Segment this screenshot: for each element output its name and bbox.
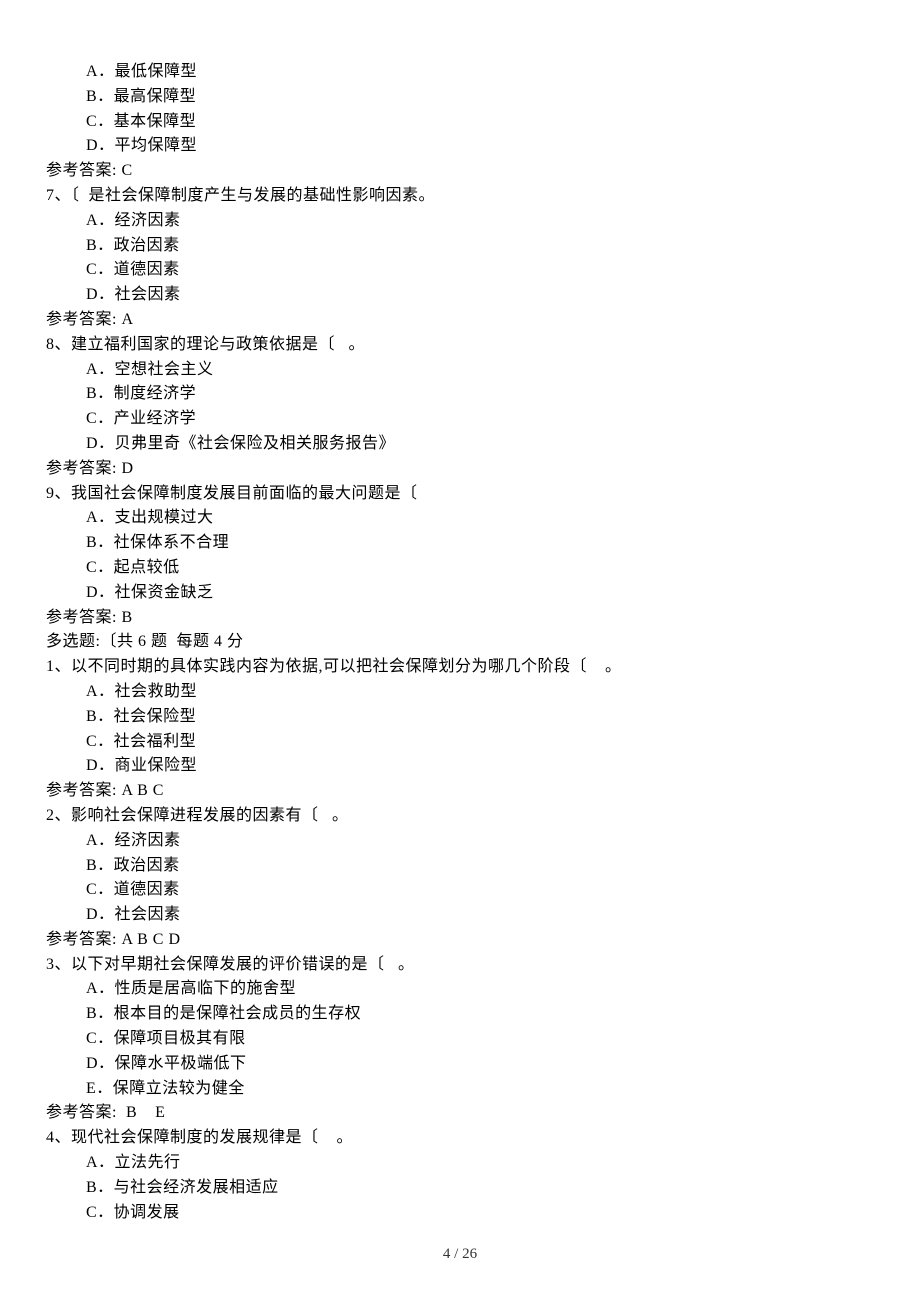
- q9-option-a: A．支出规模过大: [46, 506, 874, 531]
- q8-option-c: C．产业经济学: [46, 407, 874, 432]
- m3-stem: 3、以下对早期社会保障发展的评价错误的是〔 。: [46, 953, 874, 978]
- m3-answer: 参考答案: B E: [46, 1101, 874, 1126]
- q7-stem: 7、〔 是社会保障制度产生与发展的基础性影响因素。: [46, 184, 874, 209]
- q6-option-a: A．最低保障型: [46, 60, 874, 85]
- q7-answer: 参考答案: A: [46, 308, 874, 333]
- m2-option-b: B．政治因素: [46, 854, 874, 879]
- q7-option-b: B．政治因素: [46, 234, 874, 259]
- m3-option-b: B．根本目的是保障社会成员的生存权: [46, 1002, 874, 1027]
- m1-option-a: A．社会救助型: [46, 680, 874, 705]
- q9-answer: 参考答案: B: [46, 606, 874, 631]
- q9-stem: 9、我国社会保障制度发展目前面临的最大问题是〔: [46, 482, 874, 507]
- q6-option-b: B．最高保障型: [46, 85, 874, 110]
- q9-option-b: B．社保体系不合理: [46, 531, 874, 556]
- m1-option-b: B．社会保险型: [46, 705, 874, 730]
- m1-option-c: C．社会福利型: [46, 730, 874, 755]
- page-footer: 4 / 26: [46, 1243, 874, 1266]
- q6-option-d: D．平均保障型: [46, 134, 874, 159]
- m1-stem: 1、以不同时期的具体实践内容为依据,可以把社会保障划分为哪几个阶段〔 。: [46, 655, 874, 680]
- m4-stem: 4、现代社会保障制度的发展规律是〔 。: [46, 1126, 874, 1151]
- m2-option-d: D．社会因素: [46, 903, 874, 928]
- q8-option-a: A．空想社会主义: [46, 358, 874, 383]
- m4-option-b: B．与社会经济发展相适应: [46, 1176, 874, 1201]
- m3-option-a: A．性质是居高临下的施舍型: [46, 977, 874, 1002]
- m3-option-d: D．保障水平极端低下: [46, 1052, 874, 1077]
- m2-stem: 2、影响社会保障进程发展的因素有〔 。: [46, 804, 874, 829]
- q8-option-d: D．贝弗里奇《社会保险及相关服务报告》: [46, 432, 874, 457]
- m3-option-c: C．保障项目极其有限: [46, 1027, 874, 1052]
- q8-stem: 8、建立福利国家的理论与政策依据是〔 。: [46, 333, 874, 358]
- m4-option-a: A．立法先行: [46, 1151, 874, 1176]
- m1-option-d: D．商业保险型: [46, 754, 874, 779]
- q9-option-c: C．起点较低: [46, 556, 874, 581]
- m2-answer: 参考答案: A B C D: [46, 928, 874, 953]
- m4-option-c: C．协调发展: [46, 1201, 874, 1226]
- q8-answer: 参考答案: D: [46, 457, 874, 482]
- q7-option-a: A．经济因素: [46, 209, 874, 234]
- m3-option-e: E．保障立法较为健全: [46, 1077, 874, 1102]
- m2-option-c: C．道德因素: [46, 878, 874, 903]
- q8-option-b: B．制度经济学: [46, 382, 874, 407]
- m2-option-a: A．经济因素: [46, 829, 874, 854]
- m1-answer: 参考答案: A B C: [46, 779, 874, 804]
- q7-option-d: D．社会因素: [46, 283, 874, 308]
- q9-option-d: D．社保资金缺乏: [46, 581, 874, 606]
- q6-answer: 参考答案: C: [46, 159, 874, 184]
- section-multi-header: 多选题:〔共 6 题 每题 4 分: [46, 630, 874, 655]
- q6-option-c: C．基本保障型: [46, 110, 874, 135]
- q7-option-c: C．道德因素: [46, 258, 874, 283]
